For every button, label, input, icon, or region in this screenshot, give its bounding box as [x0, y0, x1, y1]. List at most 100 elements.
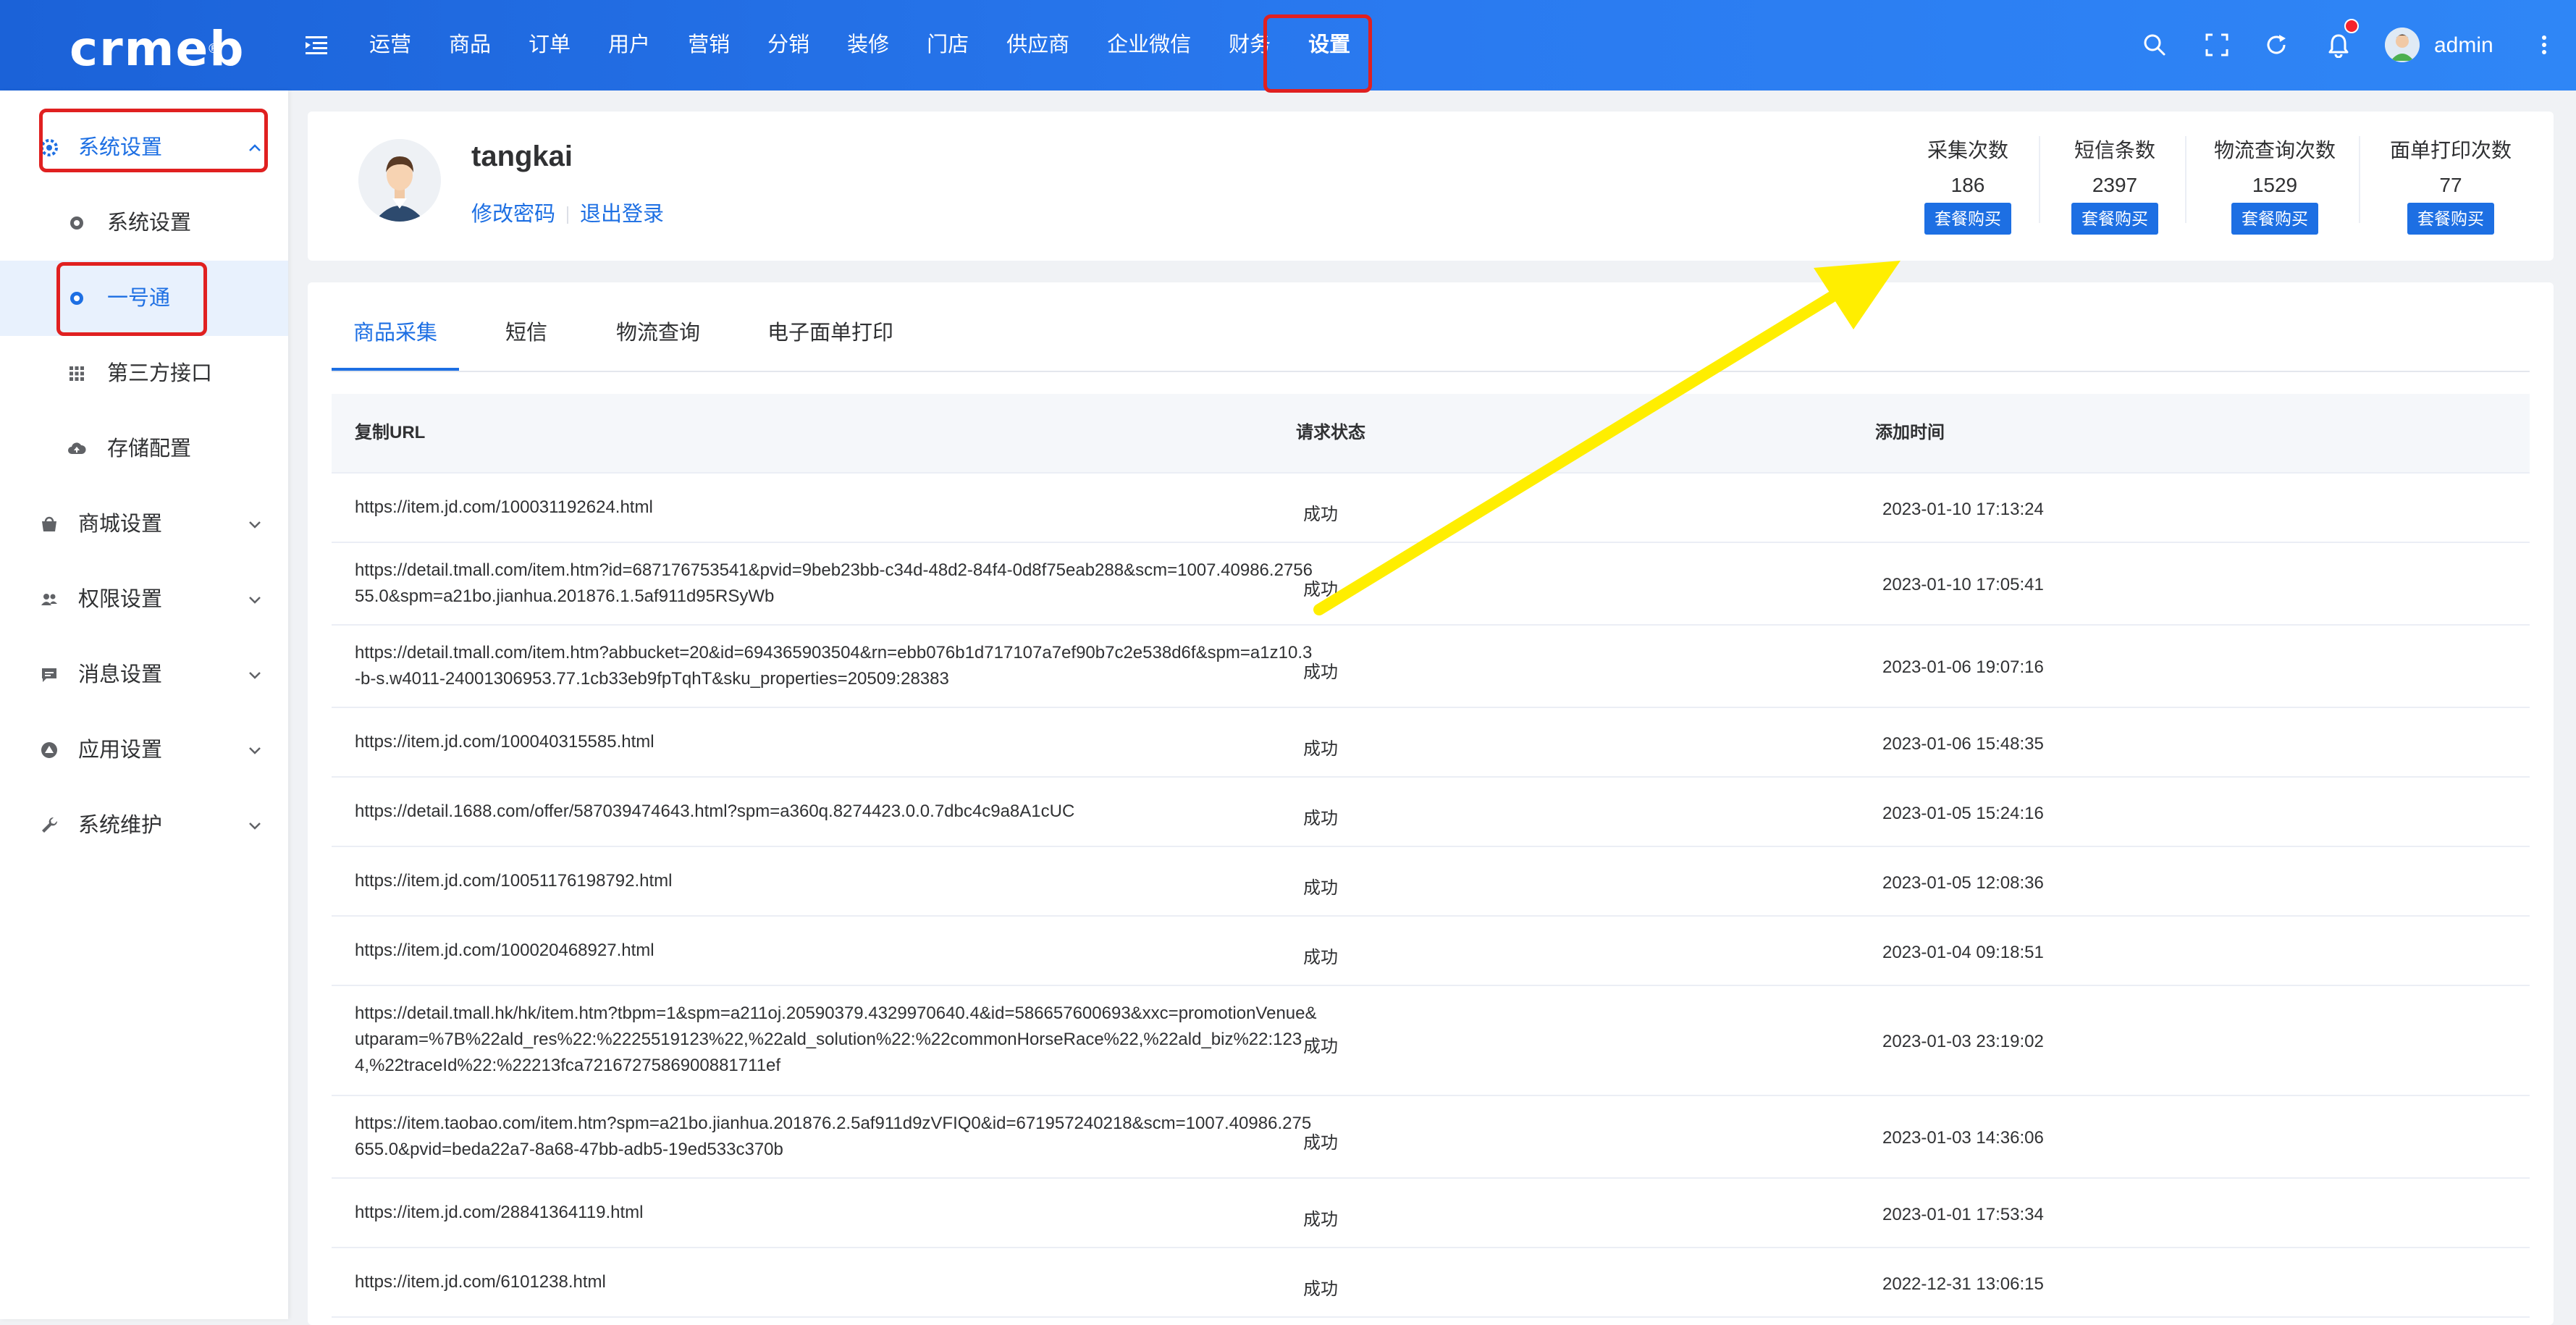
search-icon[interactable]: [2142, 32, 2168, 58]
stat-value: 2397: [2092, 174, 2138, 196]
cell-time: 2023-01-04 09:18:51: [1882, 943, 2044, 962]
stat-divider: [2359, 136, 2360, 223]
logo[interactable]: crmeb ®: [70, 20, 243, 78]
table-row: https://item.jd.com/28841364119.html 成功 …: [332, 1179, 2530, 1248]
stat-divider: [2039, 136, 2040, 223]
stat-value: 186: [1950, 174, 1985, 196]
tab-logistics[interactable]: 物流查询: [616, 316, 700, 346]
cell-time: 2023-01-03 23:19:02: [1882, 1032, 2044, 1051]
fullscreen-icon[interactable]: [2204, 32, 2230, 58]
message-icon: [42, 668, 56, 682]
cell-status: 成功: [1303, 580, 1338, 600]
nav-suppliers[interactable]: 供应商: [1006, 0, 1069, 91]
cell-url: https://item.jd.com/6101238.html: [355, 1272, 606, 1292]
stat-label: 采集次数: [1927, 139, 2008, 161]
cell-time: 2023-01-01 17:53:34: [1882, 1205, 2044, 1224]
avatar[interactable]: [2385, 28, 2420, 62]
tab-e-waybill[interactable]: 电子面单打印: [767, 316, 893, 346]
sidebar-item-label: 第三方接口: [107, 362, 213, 385]
stat-logistics-count: 物流查询次数 1529 套餐购买: [2200, 135, 2350, 243]
highlight-box-yihaotong: [56, 262, 207, 336]
sidebar-item-system-maintenance[interactable]: 系统维护: [0, 788, 288, 863]
cell-url: https://detail.tmall.com/item.htm?id=687…: [355, 560, 1313, 606]
users-icon: [41, 594, 57, 605]
record-tabs: 商品采集 短信 物流查询 电子面单打印: [332, 282, 2530, 372]
cell-url: https://item.jd.com/10051176198792.html: [355, 871, 673, 891]
nav-marketing[interactable]: 营销: [688, 0, 730, 91]
collection-records-table: 复制URL 请求状态 添加时间 https://item.jd.com/1000…: [332, 394, 2530, 1318]
tab-product-collection[interactable]: 商品采集: [353, 316, 437, 346]
username-label[interactable]: admin: [2434, 0, 2493, 91]
sidebar-item-label: 存储配置: [107, 437, 192, 460]
buy-package-button[interactable]: 套餐购买: [2231, 203, 2318, 235]
cell-time: 2023-01-10 17:05:41: [1882, 575, 2044, 594]
cell-url: https://item.jd.com/100020468927.html: [355, 941, 654, 960]
cloud-upload-icon: [68, 442, 86, 454]
account-profile-card: tangkai 修改密码 退出登录 采集次数 186 套餐购买 短信条数 2397…: [308, 112, 2554, 261]
menu-fold-icon[interactable]: [304, 33, 329, 56]
table-row: https://detail.1688.com/offer/5870394746…: [332, 778, 2530, 847]
cell-time: 2023-01-03 14:36:06: [1882, 1128, 2044, 1148]
dot-icon: [70, 216, 83, 230]
user-avatar-icon: [2385, 28, 2420, 62]
cell-url: https://detail.tmall.com/item.htm?abbuck…: [355, 643, 1313, 689]
nav-wecom[interactable]: 企业微信: [1107, 0, 1191, 91]
chevron-down-icon: [249, 672, 261, 679]
buy-package-button[interactable]: 套餐购买: [2407, 203, 2494, 235]
sidebar-item-message-settings[interactable]: 消息设置: [0, 637, 288, 712]
sidebar-item-label: 商城设置: [78, 513, 163, 536]
bell-icon[interactable]: [2325, 32, 2352, 58]
sidebar-subitem-third-party-api[interactable]: 第三方接口: [0, 336, 288, 411]
sidebar-item-mall-settings[interactable]: 商城设置: [0, 487, 288, 562]
buy-package-button[interactable]: 套餐购买: [1924, 203, 2011, 235]
stat-label: 短信条数: [2074, 139, 2155, 161]
nav-products[interactable]: 商品: [449, 0, 491, 91]
stat-value: 77: [2439, 174, 2462, 196]
logo-registered-mark: ®: [207, 41, 222, 56]
nav-orders[interactable]: 订单: [529, 0, 571, 91]
table-header: 复制URL 请求状态 添加时间: [332, 394, 2530, 474]
stat-label: 物流查询次数: [2213, 139, 2336, 161]
nav-distribution[interactable]: 分销: [767, 0, 809, 91]
column-header-url: 复制URL: [355, 423, 426, 442]
cell-status: 成功: [1303, 1210, 1338, 1229]
shop-icon: [42, 516, 56, 531]
profile-avatar: [358, 139, 441, 222]
sidebar-item-permission-settings[interactable]: 权限设置: [0, 562, 288, 637]
table-row: https://item.jd.com/100020468927.html 成功…: [332, 917, 2530, 986]
buy-package-button[interactable]: 套餐购买: [2071, 203, 2158, 235]
cell-url: https://item.jd.com/100040315585.html: [355, 732, 654, 752]
column-header-status: 请求状态: [1296, 423, 1365, 442]
refresh-icon[interactable]: [2263, 32, 2289, 58]
table-row: https://item.jd.com/10051176198792.html …: [332, 847, 2530, 917]
cell-status: 成功: [1303, 1133, 1338, 1153]
nav-decoration[interactable]: 装修: [847, 0, 889, 91]
divider: [567, 206, 569, 224]
sidebar-subitem-storage-config[interactable]: 存储配置: [0, 411, 288, 487]
chevron-down-icon: [249, 747, 261, 754]
cell-status: 成功: [1303, 1279, 1338, 1299]
cell-status: 成功: [1303, 809, 1338, 828]
active-tab-indicator: [332, 368, 459, 371]
sidebar-item-app-settings[interactable]: 应用设置: [0, 712, 288, 788]
sidebar-item-label: 权限设置: [78, 588, 163, 611]
change-password-link[interactable]: 修改密码: [471, 203, 555, 226]
table-row: https://item.jd.com/100031192624.html 成功…: [332, 474, 2530, 543]
sidebar-subitem-system-settings[interactable]: 系统设置: [0, 185, 288, 261]
main-nav: 运营 商品 订单 用户 营销 分销 装修 门店 供应商 企业微信 财务 设置: [369, 0, 1388, 91]
cell-time: 2022-12-31 13:06:15: [1882, 1274, 2044, 1294]
more-icon[interactable]: [2531, 32, 2557, 58]
grid-icon: [70, 366, 84, 381]
nav-stores[interactable]: 门店: [927, 0, 969, 91]
notification-badge: [2344, 19, 2359, 33]
cell-url: https://item.jd.com/100031192624.html: [355, 497, 653, 517]
sidebar-item-label: 应用设置: [78, 739, 163, 762]
user-avatar-icon: [358, 139, 441, 222]
tab-sms[interactable]: 短信: [505, 316, 547, 346]
cell-url: https://detail.tmall.hk/hk/item.htm?tbpm…: [355, 1004, 1317, 1075]
highlight-box-system-settings: [39, 109, 268, 172]
nav-users[interactable]: 用户: [608, 0, 650, 91]
nav-operation[interactable]: 运营: [369, 0, 411, 91]
stat-value: 1529: [2252, 174, 2298, 196]
logout-link[interactable]: 退出登录: [580, 203, 664, 226]
